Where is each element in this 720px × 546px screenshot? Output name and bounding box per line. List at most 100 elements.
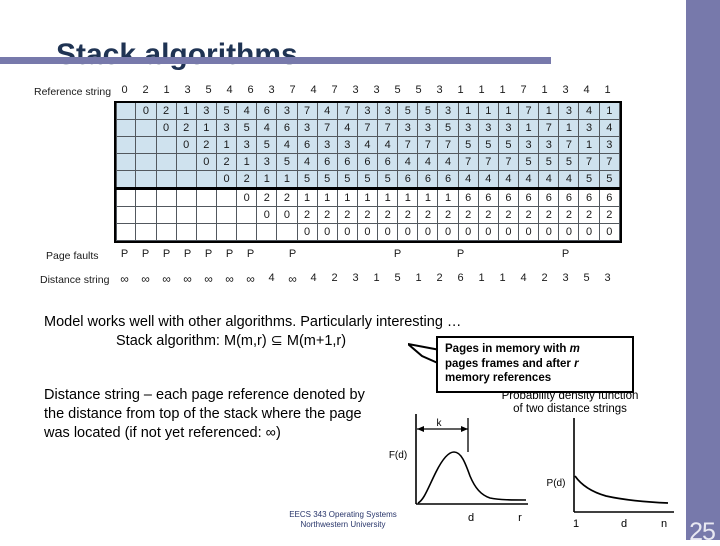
chart-ylabel-pd: P(d) (547, 478, 566, 489)
stack-cell: 5 (397, 103, 419, 120)
stack-cell: 0 (578, 223, 600, 241)
reference-string-cell: 7 (520, 84, 527, 96)
stack-cell: 4 (316, 103, 338, 120)
stack-cell: 1 (175, 103, 197, 120)
stack-cell: 4 (457, 170, 479, 190)
distance-string-cell: 1 (478, 272, 485, 284)
distance-string-row: ∞ ∞ ∞ ∞ ∞ ∞ ∞ 4 ∞ 4 2 3 1 5 1 2 6 1 1 4 2 3 5 3 (114, 272, 618, 286)
distance-string-cell: 6 (457, 272, 464, 284)
slide-footer: EECS 343 Operating Systems Northwestern … (0, 510, 686, 530)
stack-cell (215, 223, 238, 241)
stack-cell: 6 (356, 153, 379, 171)
stack-cell: 2 (417, 206, 439, 224)
stack-cell: 1 (236, 153, 258, 171)
page-fault-cell (366, 248, 387, 260)
stack-cell: 3 (336, 136, 358, 154)
distance-string-paragraph: Distance string – each page reference de… (44, 387, 365, 441)
stack-cell: 0 (538, 223, 560, 241)
stack-cell: 2 (296, 206, 318, 224)
page-fault-cell (513, 248, 534, 260)
stack-cell: 5 (296, 170, 318, 190)
stack-cell: 2 (538, 206, 560, 224)
table-row: 02115555566644444455 (115, 170, 621, 190)
page-fault-cell: P (561, 248, 570, 260)
stack-cell: 4 (236, 103, 258, 120)
stack-cell: 0 (215, 170, 238, 190)
stack-cell: 1 (397, 188, 419, 207)
page-fault-cell: P (120, 248, 129, 260)
stack-cell: 2 (256, 188, 278, 207)
page-fault-cell: P (225, 248, 234, 260)
stack-cell (115, 153, 137, 171)
page-number: 25 (689, 518, 716, 546)
stack-cell: 3 (276, 103, 298, 120)
stack-cell: 4 (518, 170, 540, 190)
stack-cell (135, 153, 157, 171)
distance-string-cell: ∞ (162, 272, 171, 286)
stack-cell: 6 (558, 188, 580, 207)
table-row: 021354666644477755577 (115, 153, 621, 171)
stack-cell (155, 188, 177, 207)
stack-cell (135, 223, 157, 241)
callout-var-r: r (574, 357, 579, 370)
stack-cell: 5 (518, 153, 540, 171)
stack-cell: 5 (497, 136, 520, 154)
stack-cell (135, 188, 157, 207)
stack-cell: 5 (356, 170, 379, 190)
stack-cell (115, 103, 137, 120)
stack-cell (195, 188, 217, 207)
page-fault-cell (576, 248, 597, 260)
stack-cell: 0 (175, 136, 197, 154)
stack-cell: 7 (377, 119, 399, 137)
stack-cell (195, 170, 217, 190)
callout-box: Pages in memory with m pages frames and … (436, 336, 634, 393)
stack-cell: 4 (356, 136, 379, 154)
stack-cell (236, 206, 258, 224)
reference-string-cell: 3 (184, 84, 191, 96)
chart-annotation-k: k (437, 418, 443, 429)
stack-cell: 6 (296, 136, 318, 154)
reference-string-cell: 5 (394, 84, 401, 96)
stack-cell (215, 206, 238, 224)
stack-cell: 7 (538, 119, 560, 137)
stack-cell: 6 (598, 188, 621, 207)
stack-cell (155, 223, 177, 241)
page-fault-cell (492, 248, 513, 260)
stack-cell: 1 (356, 188, 379, 207)
page-fault-cell (534, 248, 555, 260)
stack-cell (175, 170, 197, 190)
stack-cell: 0 (316, 223, 338, 241)
slide-canvas: Stack algorithms Reference string 021354… (0, 0, 720, 545)
stack-cell (175, 223, 197, 241)
stack-cell: 1 (336, 188, 358, 207)
stack-cell (135, 119, 157, 137)
stack-cell: 3 (598, 136, 621, 154)
reference-string-cell: 3 (268, 84, 275, 96)
stack-cell: 7 (558, 136, 580, 154)
model-line-1: Model works well with other algorithms. … (44, 314, 462, 330)
reference-string-cell: 1 (499, 84, 506, 96)
distance-string-cell: ∞ (204, 272, 213, 286)
stack-cell: 2 (195, 136, 217, 154)
distance-string-cell: 2 (436, 272, 443, 284)
stack-cell: 4 (598, 119, 621, 137)
stack-cell: 0 (477, 223, 499, 241)
reference-string-cell: 1 (478, 84, 485, 96)
stack-cell: 5 (598, 170, 621, 190)
stack-cell (215, 188, 238, 207)
page-fault-cell (429, 248, 450, 260)
stack-cell: 1 (457, 103, 479, 120)
distance-string-label: Distance string (40, 274, 110, 286)
page-fault-cell: P (288, 248, 297, 260)
stack-cell: 0 (195, 153, 217, 171)
stack-cell: 3 (316, 136, 338, 154)
stack-cell: 3 (518, 136, 540, 154)
stack-cell (276, 223, 298, 241)
stack-cell: 5 (276, 153, 298, 171)
stack-cell: 3 (457, 119, 479, 137)
stack-cell (175, 153, 197, 171)
stack-cell: 1 (215, 136, 238, 154)
chart-curve-fd (417, 451, 527, 504)
stack-cell: 2 (397, 206, 419, 224)
stack-cell: 2 (276, 188, 298, 207)
